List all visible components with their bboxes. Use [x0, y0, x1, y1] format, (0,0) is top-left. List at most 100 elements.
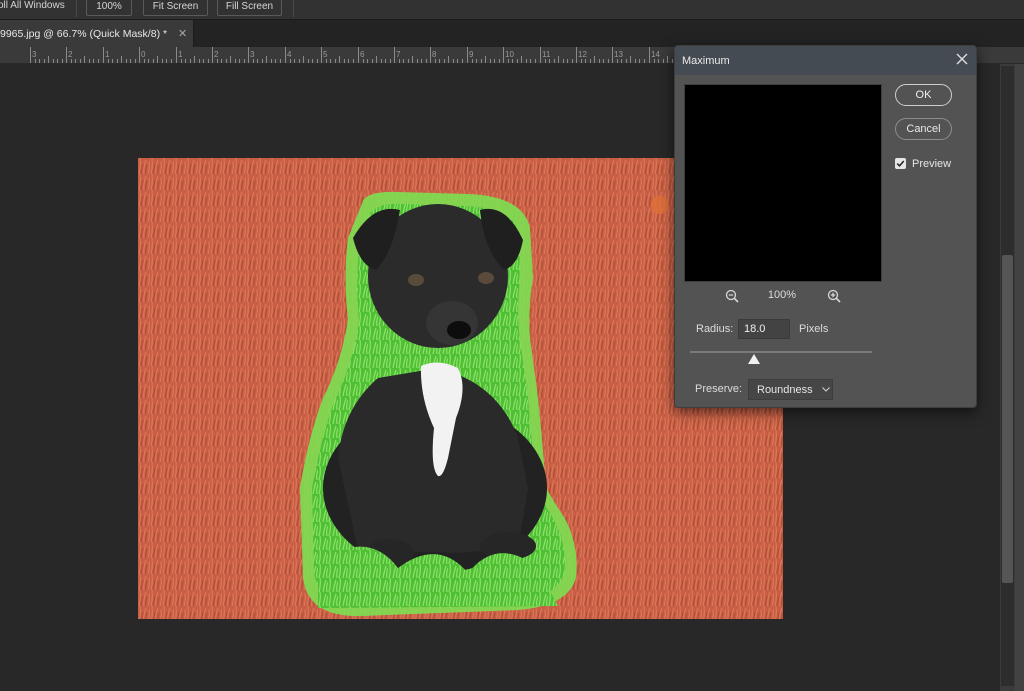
ruler-tick	[403, 59, 404, 63]
ruler-tick	[93, 59, 94, 63]
ruler-tick	[35, 59, 36, 63]
close-icon[interactable]	[954, 51, 970, 67]
ruler-tick	[317, 59, 318, 63]
ruler-tick	[326, 59, 327, 63]
ruler-label: 0	[141, 50, 146, 59]
ruler-tick	[181, 59, 182, 63]
ruler-tick	[157, 56, 158, 63]
ruler-tick	[408, 59, 409, 63]
radius-slider-track[interactable]	[690, 351, 872, 353]
ruler-tick	[89, 59, 90, 63]
ruler-tick	[667, 56, 668, 63]
fit-screen-button[interactable]: Fit Screen	[143, 0, 208, 16]
ruler-tick	[57, 59, 58, 63]
ruler-tick	[672, 59, 673, 63]
ruler-tick	[430, 47, 431, 63]
ruler-tick	[545, 59, 546, 63]
ruler-label: 9	[469, 50, 474, 59]
options-separator	[293, 0, 294, 17]
ruler-tick	[98, 59, 99, 63]
ruler-tick	[376, 56, 377, 63]
options-bar: oll All Windows 100% Fit Screen Fill Scr…	[0, 0, 1024, 19]
ruler-tick	[417, 59, 418, 63]
ruler-tick	[339, 56, 340, 63]
preview-zoom-level: 100%	[767, 289, 797, 301]
ruler-label: 6	[360, 50, 365, 59]
ruler-tick	[472, 59, 473, 63]
ruler-tick	[626, 59, 627, 63]
right-panel-edge	[1015, 64, 1024, 691]
ruler-tick	[335, 59, 336, 63]
radius-input[interactable]: 18.0	[738, 319, 790, 339]
ruler-tick	[39, 59, 40, 63]
ruler-tick	[453, 59, 454, 63]
fill-screen-button[interactable]: Fill Screen	[217, 0, 282, 16]
ruler-tick	[530, 59, 531, 63]
ruler-tick	[262, 59, 263, 63]
scrollbar-track[interactable]	[1001, 66, 1014, 686]
ruler-tick	[385, 59, 386, 63]
ok-button[interactable]: OK	[895, 84, 952, 106]
ruler-label: 13	[614, 50, 623, 59]
ruler-tick	[153, 59, 154, 63]
ruler-tick	[84, 56, 85, 63]
close-icon[interactable]: ✕	[178, 27, 187, 40]
ruler-tick	[217, 59, 218, 63]
ruler-tick	[190, 59, 191, 63]
ruler-label: 5	[323, 50, 328, 59]
zoom-in-icon[interactable]	[827, 289, 841, 303]
ruler-tick	[558, 56, 559, 63]
ruler-label: 3	[250, 50, 255, 59]
radius-slider-thumb[interactable]	[748, 354, 760, 364]
ruler-tick	[635, 59, 636, 63]
document-tab[interactable]: 9965.jpg @ 66.7% (Quick Mask/8) * ✕	[0, 20, 194, 48]
ruler-tick	[248, 47, 249, 63]
ruler-tick	[257, 59, 258, 63]
ruler-tick	[230, 56, 231, 63]
ruler-tick	[585, 59, 586, 63]
ruler-tick	[280, 59, 281, 63]
ruler-tick	[144, 59, 145, 63]
maximum-filter-dialog: Maximum 100% OK Cancel Preview Radius: 1…	[674, 45, 977, 408]
ruler-tick	[108, 59, 109, 63]
ruler-tick	[535, 59, 536, 63]
ruler-tick	[517, 59, 518, 63]
ruler-tick	[462, 59, 463, 63]
ruler-tick	[663, 59, 664, 63]
preserve-label: Preserve:	[695, 383, 743, 395]
ruler-label: 14	[651, 50, 660, 59]
ruler-tick	[608, 59, 609, 63]
ruler-tick	[367, 59, 368, 63]
ruler-tick	[244, 59, 245, 63]
preserve-dropdown[interactable]: Roundness	[748, 379, 833, 400]
ruler-tick	[567, 59, 568, 63]
ruler-tick	[290, 59, 291, 63]
preview-checkbox-label[interactable]: Preview	[912, 158, 951, 170]
scroll-all-windows-checkbox-label[interactable]: oll All Windows	[0, 0, 70, 16]
zoom-out-icon[interactable]	[725, 289, 739, 303]
zoom-100-button[interactable]: 100%	[86, 0, 132, 16]
ruler-tick	[526, 59, 527, 63]
filter-preview-pane[interactable]	[684, 84, 882, 282]
preview-checkbox[interactable]	[895, 158, 906, 169]
cancel-button[interactable]: Cancel	[895, 118, 952, 140]
ruler-tick	[508, 59, 509, 63]
ruler-tick	[457, 59, 458, 63]
ruler-tick	[130, 59, 131, 63]
ruler-tick	[185, 59, 186, 63]
ruler-tick	[344, 59, 345, 63]
ruler-tick	[540, 47, 541, 63]
scrollbar-thumb[interactable]	[1002, 255, 1013, 583]
dialog-titlebar[interactable]: Maximum	[675, 46, 976, 75]
ruler-tick	[630, 56, 631, 63]
ruler-tick	[126, 59, 127, 63]
dialog-title: Maximum	[682, 55, 730, 67]
ruler-tick	[372, 59, 373, 63]
ruler-tick	[399, 59, 400, 63]
ruler-label: 7	[396, 50, 401, 59]
ruler-tick	[476, 59, 477, 63]
ruler-tick	[353, 59, 354, 63]
ruler-tick	[103, 47, 104, 63]
ruler-tick	[590, 59, 591, 63]
ruler-label: 12	[578, 50, 587, 59]
